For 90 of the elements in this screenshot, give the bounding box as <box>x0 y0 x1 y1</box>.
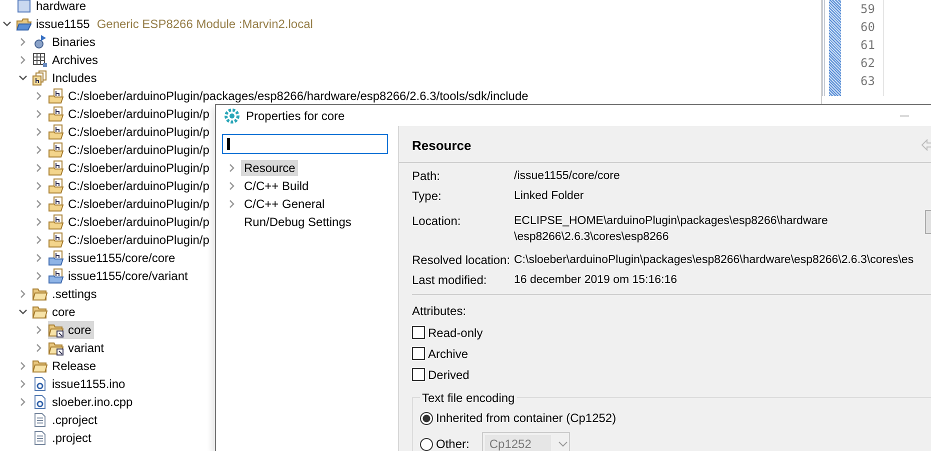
line-number: 59 <box>860 1 875 18</box>
source-file-icon <box>32 394 48 410</box>
property-value: /issue1155/core/core <box>514 169 620 184</box>
tree-item[interactable]: .settings <box>32 285 100 303</box>
include-folder-icon <box>48 214 64 230</box>
tree-item[interactable]: Binaries <box>32 33 98 51</box>
checkbox-label[interactable]: Archive <box>428 346 468 360</box>
checkbox-label[interactable]: Read-only <box>428 326 483 340</box>
property-label: Last modified: <box>412 272 488 288</box>
property-value: Linked Folder <box>514 189 584 204</box>
line-number: 60 <box>860 19 875 36</box>
tree-item[interactable]: .project <box>32 429 94 447</box>
project-folder-icon <box>16 16 32 32</box>
tree-item[interactable]: C:/sloeber/arduinoPlugin/p <box>48 213 212 231</box>
radio-button[interactable] <box>420 412 433 424</box>
property-value: C:\sloeber\arduinoPlugin\packages\esp8266\hardware\esp8266\2.6.3\cores\es <box>514 253 914 268</box>
window-title: Properties for core <box>246 108 345 122</box>
text-file-icon <box>32 430 48 446</box>
linked-folder-icon <box>48 340 64 356</box>
tree-item[interactable]: issue1155/core/variant <box>48 267 191 285</box>
line-number: 62 <box>860 55 875 72</box>
property-label: Type: <box>412 188 442 204</box>
folder-icon <box>32 358 48 374</box>
tree-item[interactable]: core <box>48 321 94 339</box>
include-folder-icon <box>48 142 64 158</box>
nav-item[interactable]: Resource <box>241 160 298 176</box>
checkbox[interactable] <box>412 368 425 381</box>
tree-item[interactable]: sloeber.ino.cpp <box>32 393 136 411</box>
folder-icon <box>32 304 48 320</box>
include-folder-icon <box>48 88 64 104</box>
group-title: Text file encoding <box>420 390 517 406</box>
tree-item[interactable]: variant <box>48 339 108 357</box>
tree-item[interactable]: C:/sloeber/arduinoPlugin/p <box>48 105 212 123</box>
back-arrow-icon[interactable] <box>921 139 931 151</box>
tree-item[interactable]: issue1155/core/core <box>48 249 178 267</box>
chevron-icon[interactable] <box>18 307 28 317</box>
property-label: Path: <box>412 168 442 184</box>
tree-item[interactable]: issue1155 Generic ESP8266 Module :Marvin2.local <box>16 15 316 33</box>
include-folder-icon <box>48 124 64 140</box>
tree-item[interactable]: C:/sloeber/arduinoPlugin/p <box>48 159 212 177</box>
text-file-icon <box>32 412 48 428</box>
header-folders-icon <box>32 70 48 86</box>
include-folder-icon <box>48 268 64 284</box>
tree-item[interactable]: C:/sloeber/arduinoPlugin/packages/esp8266/hardware/esp8266/2.6.3/tools/sdk/include <box>48 87 532 105</box>
property-value: \esp8266\2.6.3\cores\esp8266 <box>514 230 670 245</box>
folder-icon <box>32 286 48 302</box>
tree-item[interactable]: core <box>32 303 78 321</box>
checkbox-label[interactable]: Derived <box>428 368 470 382</box>
tree-item[interactable]: Includes <box>32 69 100 87</box>
checkbox[interactable] <box>412 347 425 360</box>
radio-label[interactable]: Inherited from container (Cp1252) <box>436 411 616 425</box>
section-label: Attributes: <box>412 303 468 319</box>
tree-item[interactable]: C:/sloeber/arduinoPlugin/p <box>48 123 212 141</box>
include-folder-icon <box>48 250 64 266</box>
nav-item[interactable]: Run/Debug Settings <box>241 214 354 230</box>
line-number: 61 <box>860 37 875 54</box>
property-label: Location: <box>412 213 462 229</box>
minimize-icon[interactable] <box>900 114 909 116</box>
include-folder-icon <box>48 232 64 248</box>
include-folder-icon <box>48 178 64 194</box>
tree-item[interactable]: C:/sloeber/arduinoPlugin/p <box>48 141 212 159</box>
property-label: Resolved location: <box>412 252 512 268</box>
tree-item[interactable]: C:/sloeber/arduinoPlugin/p <box>48 177 212 195</box>
tree-item[interactable]: Release <box>32 357 100 375</box>
source-file-icon <box>32 376 48 392</box>
radio-button[interactable] <box>420 438 433 450</box>
page-title: Resource <box>412 138 472 152</box>
tree-item[interactable]: C:/sloeber/arduinoPlugin/p <box>48 231 212 249</box>
chevron-icon[interactable] <box>2 19 12 29</box>
browse-button[interactable] <box>925 210 931 234</box>
search-field[interactable] <box>222 134 388 154</box>
grid-icon <box>32 52 48 68</box>
include-folder-icon <box>48 106 64 122</box>
nav-item[interactable]: C/C++ Build <box>241 178 312 194</box>
checkbox[interactable] <box>412 326 425 339</box>
nav-item[interactable]: C/C++ General <box>241 196 328 212</box>
include-folder-icon <box>48 160 64 176</box>
tree-item[interactable]: hardware <box>16 0 90 15</box>
include-folder-icon <box>48 196 64 212</box>
line-number: 63 <box>860 73 875 90</box>
chevron-icon[interactable] <box>18 73 28 83</box>
linked-folder-icon <box>48 322 64 338</box>
tree-item[interactable]: Archives <box>32 51 102 69</box>
tree-item[interactable]: .cproject <box>32 411 100 429</box>
package-icon <box>16 0 32 14</box>
radio-label[interactable]: Other: <box>436 437 470 451</box>
tree-item[interactable]: C:/sloeber/arduinoPlugin/p <box>48 195 212 213</box>
tree-item[interactable]: issue1155.ino <box>32 375 128 393</box>
property-value: 16 december 2019 om 15:16:16 <box>514 273 678 288</box>
property-value: ECLIPSE_HOME\arduinoPlugin\packages\esp8266\hardware <box>514 214 828 229</box>
